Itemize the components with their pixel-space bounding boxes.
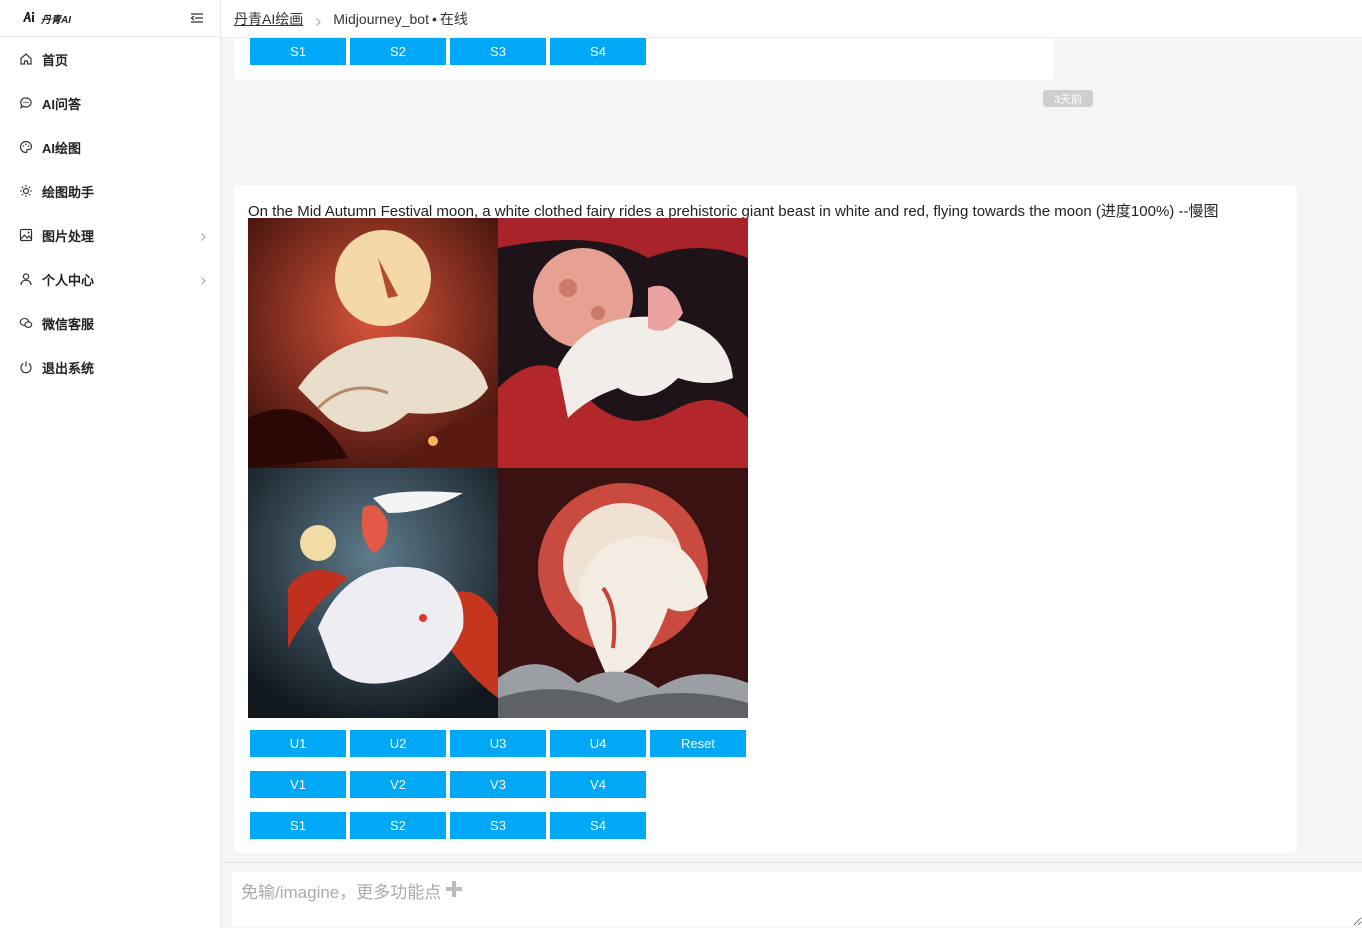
sidebar-item-personal-center[interactable]: 个人中心 — [0, 257, 220, 301]
sidebar-item-label: AI绘图 — [42, 140, 82, 156]
logo-bar: 丹青AI — [0, 0, 220, 37]
s4-button[interactable]: S4 — [550, 812, 646, 839]
logo-mark-icon — [22, 11, 38, 26]
generated-image-grid[interactable] — [248, 218, 748, 718]
chevron-right-icon — [313, 14, 323, 26]
user-icon — [19, 272, 33, 286]
reset-button[interactable]: Reset — [650, 730, 746, 757]
logo-text: 丹青AI — [41, 14, 71, 26]
v3-button[interactable]: V3 — [450, 771, 546, 798]
s3-button[interactable]: S3 — [450, 38, 546, 65]
input-area — [221, 862, 1362, 928]
style-button-row: S1 S2 S3 S4 — [250, 812, 646, 839]
sidebar-item-label: 个人中心 — [42, 272, 95, 288]
home-icon — [19, 52, 33, 66]
s2-button[interactable]: S2 — [350, 812, 446, 839]
sidebar-item-label: AI问答 — [42, 96, 82, 112]
sidebar-item-wechat-service[interactable]: 微信客服 — [0, 301, 220, 345]
collapse-menu-icon[interactable] — [190, 11, 204, 25]
palette-icon — [19, 140, 33, 154]
s2-button[interactable]: S2 — [350, 38, 446, 65]
chat-area[interactable]: S1 S2 S3 S4 3天前 On the Mid Autumn Festiv… — [221, 38, 1362, 862]
message-card-previous: S1 S2 S3 S4 — [234, 38, 1054, 80]
sidebar-item-ai-chat[interactable]: AI问答 — [0, 81, 220, 125]
v2-button[interactable]: V2 — [350, 771, 446, 798]
image-icon — [19, 228, 33, 242]
bot-name: Midjourney_bot — [333, 10, 429, 27]
sidebar-item-ai-draw[interactable]: AI绘图 — [0, 125, 220, 169]
u1-button[interactable]: U1 — [250, 730, 346, 757]
generated-image-3[interactable] — [248, 468, 498, 718]
message-card-current: On the Mid Autumn Festival moon, a white… — [234, 185, 1297, 853]
generated-image-4[interactable] — [498, 468, 748, 718]
generated-image-1[interactable] — [248, 218, 498, 468]
sidebar-item-label: 微信客服 — [42, 316, 95, 332]
chevron-right-icon — [198, 230, 208, 241]
status-separator: • — [431, 10, 437, 27]
u2-button[interactable]: U2 — [350, 730, 446, 757]
sidebar-item-logout[interactable]: 退出系统 — [0, 345, 220, 389]
v1-button[interactable]: V1 — [250, 771, 346, 798]
timestamp-badge: 3天前 — [1043, 90, 1093, 107]
s1-button[interactable]: S1 — [250, 38, 346, 65]
prompt-input[interactable] — [232, 872, 1362, 926]
style-button-row: S1 S2 S3 S4 — [250, 38, 646, 65]
sidebar-item-label: 首页 — [42, 52, 69, 68]
sidebar-item-draw-assistant[interactable]: 绘图助手 — [0, 169, 220, 213]
power-icon — [19, 360, 33, 374]
sidebar-item-home[interactable]: 首页 — [0, 37, 220, 81]
upscale-button-row: U1 U2 U3 U4 Reset — [250, 730, 746, 757]
generated-image-2[interactable] — [498, 218, 748, 468]
s4-button[interactable]: S4 — [550, 38, 646, 65]
s1-button[interactable]: S1 — [250, 812, 346, 839]
sidebar: 丹青AI 首页 AI问答 AI绘图 绘图助手 图片处理 个人中心 微信客服 退出… — [0, 0, 221, 928]
u3-button[interactable]: U3 — [450, 730, 546, 757]
plus-icon[interactable] — [445, 880, 463, 898]
u4-button[interactable]: U4 — [550, 730, 646, 757]
breadcrumb-home-link[interactable]: 丹青AI绘画 — [234, 9, 303, 29]
s3-button[interactable]: S3 — [450, 812, 546, 839]
sidebar-item-label: 图片处理 — [42, 228, 95, 244]
sidebar-item-image-processing[interactable]: 图片处理 — [0, 213, 220, 257]
sidebar-menu: 首页 AI问答 AI绘图 绘图助手 图片处理 个人中心 微信客服 退出系统 — [0, 37, 220, 389]
sidebar-item-label: 退出系统 — [42, 360, 95, 376]
status-badge: 在线 — [439, 10, 468, 27]
logo: 丹青AI — [22, 11, 71, 26]
v4-button[interactable]: V4 — [550, 771, 646, 798]
wechat-icon — [19, 316, 33, 330]
header-bar: 丹青AI绘画 Midjourney_bot • 在线 — [221, 0, 1362, 38]
variation-button-row: V1 V2 V3 V4 — [250, 771, 646, 798]
bulb-icon — [19, 184, 33, 198]
chat-bubble-icon — [19, 96, 33, 110]
chevron-right-icon — [198, 274, 208, 285]
sidebar-item-label: 绘图助手 — [42, 184, 95, 200]
